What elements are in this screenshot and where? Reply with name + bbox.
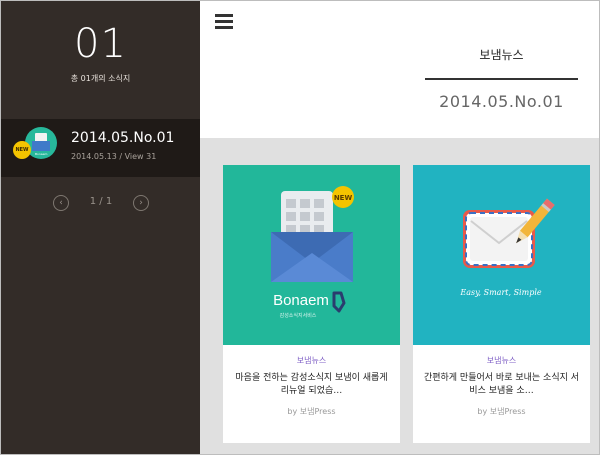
article-grid: NEW Bonaem 감성소식지서비스 보냄뉴스 마음을 전하는 감성소식지 보… xyxy=(200,138,599,454)
title-divider xyxy=(425,78,578,80)
article-category: 보냄뉴스 xyxy=(296,356,327,365)
issue-thumbnail: NEW Bonaem xyxy=(13,127,57,171)
pagination: ‹ 1 / 1 › xyxy=(53,195,149,211)
sidebar-item-title: 2014.05.No.01 xyxy=(71,130,175,146)
article-title: 간편하게 만들어서 바로 보내는 소식지 서비스 보냄을 소… xyxy=(423,373,580,396)
thumbnail-caption: Bonaem xyxy=(35,152,48,156)
mail-newsletter-icon: NEW Bonaem 감성소식지서비스 xyxy=(271,186,354,319)
article-byline: by 보냄Press xyxy=(477,407,526,416)
brand-wordmark: Bonaem xyxy=(273,292,329,309)
chevron-right-icon[interactable]: › xyxy=(133,195,149,211)
hamburger-menu-icon[interactable] xyxy=(215,14,233,30)
tagline: Easy, Smart, Simple xyxy=(459,288,542,297)
article-card[interactable]: Easy, Smart, Simple 보냄뉴스 간편하게 만들어서 바로 보내… xyxy=(413,165,590,443)
article-card[interactable]: NEW Bonaem 감성소식지서비스 보냄뉴스 마음을 전하는 감성소식지 보… xyxy=(223,165,400,443)
article-byline: by 보냄Press xyxy=(287,407,336,416)
article-title: 마음을 전하는 감성소식지 보냄이 새롭게 리뉴얼 되었습… xyxy=(235,373,388,396)
new-badge: NEW xyxy=(13,141,31,159)
article-image: NEW Bonaem 감성소식지서비스 xyxy=(223,165,400,345)
sidebar-item-meta: 2014.05.13 / View 31 xyxy=(71,152,157,161)
brand-subtitle: 감성소식지서비스 xyxy=(280,312,317,319)
page-title: 보냄뉴스 xyxy=(479,48,524,62)
envelope-pencil-icon: Easy, Smart, Simple xyxy=(459,198,555,297)
sidebar-item-issue[interactable]: NEW Bonaem 2014.05.No.01 2014.05.13 / Vi… xyxy=(1,119,200,177)
new-badge: NEW xyxy=(334,194,353,202)
sidebar: 01 총 01개의 소식지 NEW Bonaem 2014.05.No.01 2… xyxy=(1,1,200,454)
page-indicator: 1 / 1 xyxy=(89,196,113,207)
article-category: 보냄뉴스 xyxy=(486,356,517,365)
chevron-left-icon[interactable]: ‹ xyxy=(53,195,69,211)
article-image: Easy, Smart, Simple xyxy=(413,165,590,345)
newsletter-count-label: 총 01개의 소식지 xyxy=(70,74,131,83)
issue-number: 2014.05.No.01 xyxy=(439,92,564,111)
newsletter-count: 01 xyxy=(74,21,127,67)
